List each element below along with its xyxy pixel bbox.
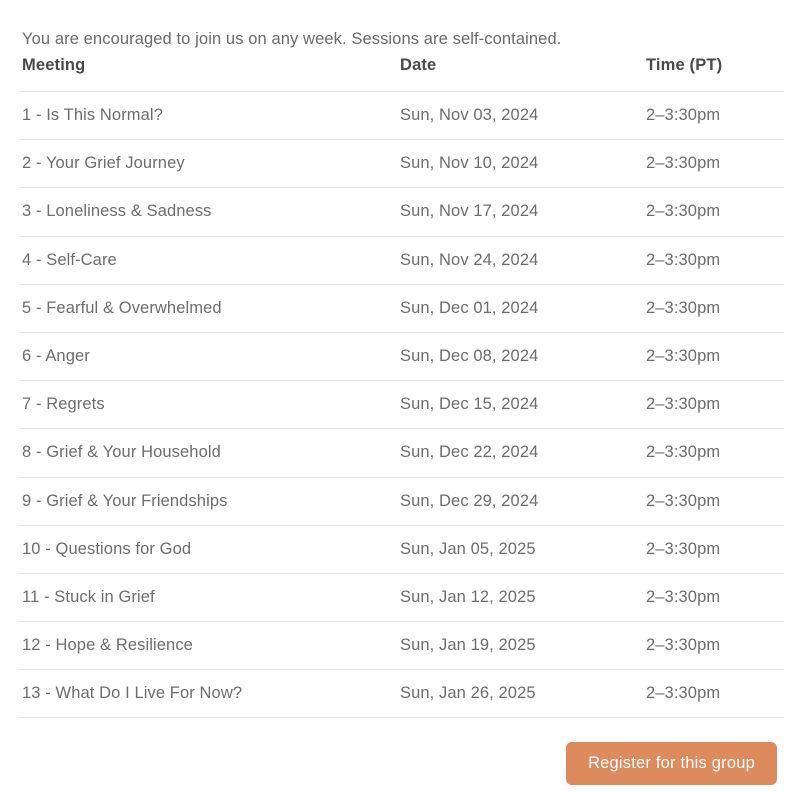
meeting-schedule-table: Meeting Date Time (PT) 1 - Is This Norma… xyxy=(18,56,784,719)
cell-meeting: 3 - Loneliness & Sadness xyxy=(18,187,396,237)
table-row: 5 - Fearful & Overwhelmed Sun, Dec 01, 20… xyxy=(18,284,784,333)
register-for-this-group-button[interactable]: Register for this group xyxy=(566,742,777,785)
cell-date: Sun, Nov 24, 2024 xyxy=(396,236,642,285)
table-row: 3 - Loneliness & Sadness Sun, Nov 17, 202… xyxy=(18,187,784,237)
cell-date: Sun, Jan 12, 2025 xyxy=(396,573,642,623)
cell-meeting: 9 - Grief & Your Friendships xyxy=(18,477,396,526)
cell-meeting: 1 - Is This Normal? xyxy=(18,91,396,141)
cell-date: Sun, Nov 03, 2024 xyxy=(396,91,642,141)
cell-meeting: 11 - Stuck in Grief xyxy=(18,573,396,623)
cell-date: Sun, Dec 22, 2024 xyxy=(396,428,642,478)
cell-date: Sun, Dec 15, 2024 xyxy=(396,380,642,430)
cell-date: Sun, Nov 10, 2024 xyxy=(396,139,642,189)
table-row: 7 - Regrets Sun, Dec 15, 2024 2–3:30pm xyxy=(18,380,784,430)
cell-time: 2–3:30pm xyxy=(642,236,784,285)
cell-time: 2–3:30pm xyxy=(642,380,784,430)
cell-meeting: 7 - Regrets xyxy=(18,380,396,430)
column-header-date: Date xyxy=(396,56,642,92)
table-body: 1 - Is This Normal? Sun, Nov 03, 2024 2–3:… xyxy=(18,91,784,719)
cell-time: 2–3:30pm xyxy=(642,332,784,382)
intro-text: You are encouraged to join us on any wee… xyxy=(22,29,562,48)
cell-time: 2–3:30pm xyxy=(642,621,784,671)
cell-date: Sun, Dec 08, 2024 xyxy=(396,332,642,382)
table-row: 6 - Anger Sun, Dec 08, 2024 2–3:30pm xyxy=(18,332,784,382)
cell-meeting: 12 - Hope & Resilience xyxy=(18,621,396,671)
cell-time: 2–3:30pm xyxy=(642,477,784,526)
table-row: 1 - Is This Normal? Sun, Nov 03, 2024 2–3:… xyxy=(18,91,784,141)
cell-date: Sun, Jan 26, 2025 xyxy=(396,669,642,719)
table-row: 12 - Hope & Resilience Sun, Jan 19, 2025 2… xyxy=(18,621,784,671)
cell-date: Sun, Dec 29, 2024 xyxy=(396,477,642,526)
cell-meeting: 5 - Fearful & Overwhelmed xyxy=(18,284,396,333)
table-row: 10 - Questions for God Sun, Jan 05, 2025 2… xyxy=(18,525,784,574)
table-row: 8 - Grief & Your Household Sun, Dec 22, 2… xyxy=(18,428,784,478)
table-row: 13 - What Do I Live For Now? Sun, Jan 26,… xyxy=(18,669,784,719)
table-row: 4 - Self-Care Sun, Nov 24, 2024 2–3:30pm xyxy=(18,236,784,285)
cell-time: 2–3:30pm xyxy=(642,139,784,189)
cell-meeting: 2 - Your Grief Journey xyxy=(18,139,396,189)
table-row: 11 - Stuck in Grief Sun, Jan 12, 2025 2–3:… xyxy=(18,573,784,623)
table-row: 2 - Your Grief Journey Sun, Nov 10, 2024 2… xyxy=(18,139,784,189)
column-header-time: Time (PT) xyxy=(642,56,784,92)
cell-time: 2–3:30pm xyxy=(642,187,784,237)
cell-time: 2–3:30pm xyxy=(642,669,784,719)
table-header-row: Meeting Date Time (PT) xyxy=(18,56,784,92)
schedule-page: You are encouraged to join us on any wee… xyxy=(0,0,791,792)
cell-date: Sun, Jan 19, 2025 xyxy=(396,621,642,671)
cell-date: Sun, Dec 01, 2024 xyxy=(396,284,642,333)
column-header-meeting: Meeting xyxy=(18,56,396,92)
cell-date: Sun, Jan 05, 2025 xyxy=(396,525,642,574)
cell-time: 2–3:30pm xyxy=(642,573,784,623)
cell-meeting: 13 - What Do I Live For Now? xyxy=(18,669,396,719)
cell-time: 2–3:30pm xyxy=(642,284,784,333)
table-header: Meeting Date Time (PT) xyxy=(18,56,784,92)
table-row: 9 - Grief & Your Friendships Sun, Dec 29,… xyxy=(18,477,784,526)
action-row: Register for this group xyxy=(0,742,777,785)
cell-time: 2–3:30pm xyxy=(642,525,784,574)
cell-time: 2–3:30pm xyxy=(642,91,784,141)
cell-time: 2–3:30pm xyxy=(642,428,784,478)
cell-meeting: 4 - Self-Care xyxy=(18,236,396,285)
cell-meeting: 6 - Anger xyxy=(18,332,396,382)
cell-meeting: 8 - Grief & Your Household xyxy=(18,428,396,478)
cell-meeting: 10 - Questions for God xyxy=(18,525,396,574)
cell-date: Sun, Nov 17, 2024 xyxy=(396,187,642,237)
